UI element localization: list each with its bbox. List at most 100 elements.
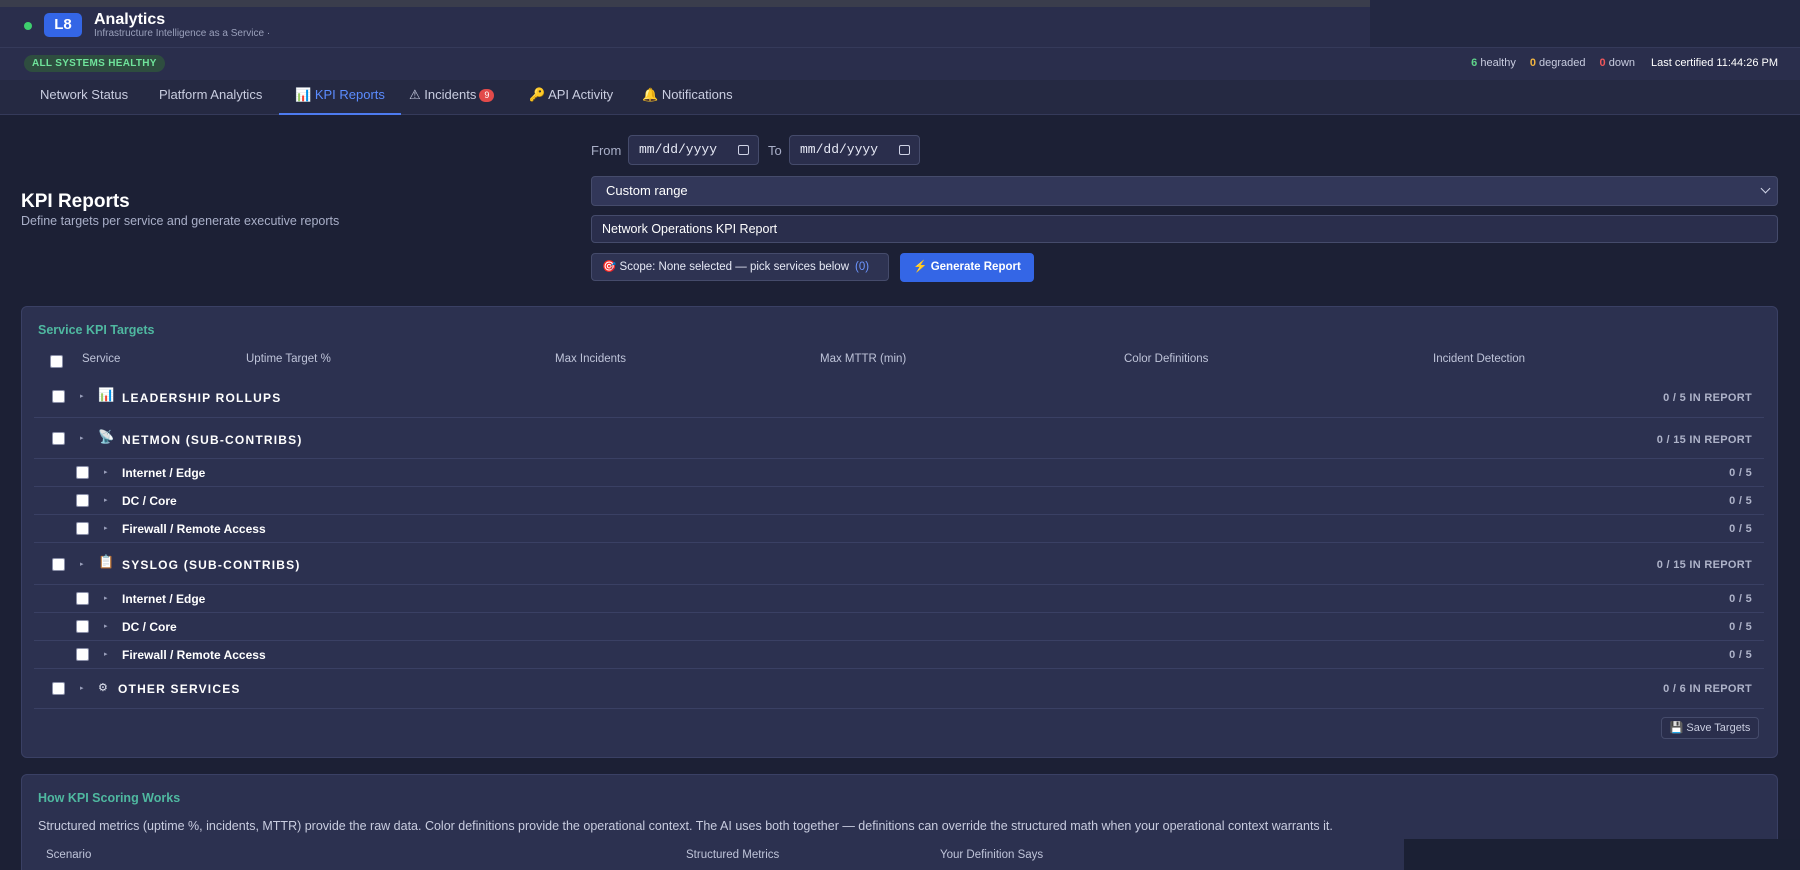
- service-checkbox[interactable]: [76, 466, 89, 479]
- group-checkbox[interactable]: [52, 682, 65, 695]
- service-checkbox[interactable]: [76, 522, 89, 535]
- scoring-description: Structured metrics (uptime %, incidents,…: [38, 819, 1333, 833]
- group-checkbox[interactable]: [52, 558, 65, 571]
- service-name: Internet / Edge: [122, 592, 206, 606]
- tab-notifications[interactable]: 🔔 Notifications: [626, 80, 749, 115]
- window-top-strip: [0, 0, 1370, 7]
- calendar-icon[interactable]: [899, 145, 910, 155]
- from-date-input[interactable]: mm/dd/yyyy: [628, 135, 759, 165]
- service-checkbox[interactable]: [76, 648, 89, 661]
- service-row[interactable]: ▸ Firewall / Remote Access 0 / 5: [34, 515, 1764, 543]
- group-name: OTHER SERVICES: [118, 682, 241, 696]
- target-icon: 🎯: [602, 261, 617, 273]
- service-group-row[interactable]: ▸ 📋 SYSLOG (SUB-CONTRIBS) 0 / 15 IN REPO…: [34, 543, 1764, 585]
- group-checkbox[interactable]: [52, 390, 65, 403]
- service-count: 0 / 5: [1729, 495, 1752, 507]
- group-name: SYSLOG (SUB-CONTRIBS): [122, 558, 301, 572]
- satellite-icon: 📡: [98, 429, 115, 444]
- service-count: 0 / 5: [1729, 523, 1752, 535]
- expand-triangle-icon[interactable]: ▸: [104, 594, 108, 602]
- service-name: Internet / Edge: [122, 466, 206, 480]
- service-group-row[interactable]: ▸ 📊 LEADERSHIP ROLLUPS 0 / 5 IN REPORT: [34, 377, 1764, 418]
- service-row[interactable]: ▸ Internet / Edge 0 / 5: [34, 459, 1764, 487]
- page-title: KPI Reports: [21, 191, 130, 212]
- service-count: 0 / 5: [1729, 621, 1752, 633]
- service-row[interactable]: ▸ Internet / Edge 0 / 5: [34, 585, 1764, 613]
- app-subtitle: Infrastructure Intelligence as a Service…: [94, 28, 271, 39]
- service-row[interactable]: ▸ DC / Core 0 / 5: [34, 487, 1764, 515]
- app-logo: L8: [44, 13, 82, 37]
- column-header-incident-detection: Incident Detection: [1433, 353, 1526, 365]
- service-count: 0 / 5: [1729, 467, 1752, 479]
- expand-triangle-icon[interactable]: ▸: [104, 524, 108, 532]
- expand-triangle-icon[interactable]: ▸: [80, 392, 84, 400]
- down-stat: 0 down: [1599, 57, 1636, 69]
- to-label: To: [768, 143, 782, 158]
- card-title: Service KPI Targets: [38, 323, 155, 337]
- app-header: L8 Analytics Infrastructure Intelligence…: [0, 7, 1370, 47]
- group-name: NETMON (SUB-CONTRIBS): [122, 433, 303, 447]
- tab-incidents[interactable]: ⚠ Incidents 9: [393, 80, 510, 115]
- save-targets-button[interactable]: 💾 Save Targets: [1661, 717, 1759, 739]
- group-name: LEADERSHIP ROLLUPS: [122, 391, 282, 405]
- expand-triangle-icon[interactable]: ▸: [80, 560, 84, 568]
- last-certified: Last certified 11:44:26 PM: [1651, 57, 1778, 69]
- card-title: How KPI Scoring Works: [38, 791, 181, 805]
- from-label: From: [591, 143, 622, 158]
- incidents-count-badge: 9: [479, 89, 495, 102]
- corner-overlay: [1404, 839, 1800, 870]
- service-kpi-targets-card: Service KPI Targets Service Uptime Targe…: [21, 306, 1778, 758]
- column-header-color-definitions: Color Definitions: [1124, 353, 1209, 365]
- status-dot-icon: [24, 22, 32, 30]
- degraded-stat: 0 degraded: [1529, 57, 1586, 69]
- column-header-service: Service: [82, 353, 121, 365]
- scope-count: (0): [855, 261, 870, 273]
- bell-icon: 🔔: [642, 87, 659, 102]
- chevron-down-icon: [1760, 183, 1771, 194]
- group-count: 0 / 5 IN REPORT: [1663, 392, 1752, 404]
- column-header-structured-metrics: Structured Metrics: [686, 849, 780, 861]
- column-header-uptime-target: Uptime Target %: [246, 353, 331, 365]
- service-count: 0 / 5: [1729, 649, 1752, 661]
- expand-triangle-icon[interactable]: ▸: [104, 468, 108, 476]
- select-all-checkbox[interactable]: [50, 355, 63, 368]
- report-name-input[interactable]: Network Operations KPI Report: [591, 215, 1778, 243]
- calendar-icon[interactable]: [738, 145, 749, 155]
- service-count: 0 / 5: [1729, 593, 1752, 605]
- tab-network-status[interactable]: Network Status: [24, 80, 144, 115]
- column-header-max-mttr: Max MTTR (min): [820, 353, 907, 365]
- generate-report-button[interactable]: ⚡ Generate Report: [900, 253, 1034, 282]
- main-tabs: Network Status Platform Analytics 📊 KPI …: [0, 80, 1800, 115]
- column-header-definition-says: Your Definition Says: [940, 849, 1044, 861]
- service-name: DC / Core: [122, 620, 177, 634]
- service-row[interactable]: ▸ DC / Core 0 / 5: [34, 613, 1764, 641]
- group-count: 0 / 6 IN REPORT: [1663, 683, 1752, 695]
- app-title: Analytics: [94, 11, 166, 28]
- service-group-row[interactable]: ▸ 📡 NETMON (SUB-CONTRIBS) 0 / 15 IN REPO…: [34, 418, 1764, 459]
- page-subtitle: Define targets per service and generate …: [21, 214, 340, 228]
- service-checkbox[interactable]: [76, 592, 89, 605]
- date-range-select[interactable]: Custom range: [591, 176, 1778, 206]
- tab-api-activity[interactable]: 🔑 API Activity: [513, 80, 629, 115]
- kpi-reports-page: KPI Reports Define targets per service a…: [0, 115, 1800, 870]
- scope-indicator: 🎯 Scope: None selected — pick services b…: [591, 253, 889, 281]
- expand-triangle-icon[interactable]: ▸: [80, 684, 84, 692]
- to-date-input[interactable]: mm/dd/yyyy: [789, 135, 920, 165]
- service-row[interactable]: ▸ Firewall / Remote Access 0 / 5: [34, 641, 1764, 669]
- systems-status-badge: ALL SYSTEMS HEALTHY: [24, 55, 165, 72]
- expand-triangle-icon[interactable]: ▸: [104, 496, 108, 504]
- tab-platform-analytics[interactable]: Platform Analytics: [143, 80, 278, 115]
- service-checkbox[interactable]: [76, 620, 89, 633]
- tab-kpi-reports[interactable]: 📊 KPI Reports: [279, 80, 401, 115]
- gear-icon: ⚙: [98, 682, 108, 694]
- service-name: DC / Core: [122, 494, 177, 508]
- expand-triangle-icon[interactable]: ▸: [80, 434, 84, 442]
- group-checkbox[interactable]: [52, 432, 65, 445]
- chart-icon: 📊: [98, 387, 115, 402]
- service-checkbox[interactable]: [76, 494, 89, 507]
- group-count: 0 / 15 IN REPORT: [1656, 434, 1752, 446]
- service-group-row[interactable]: ▸ ⚙ OTHER SERVICES 0 / 6 IN REPORT: [34, 669, 1764, 709]
- expand-triangle-icon[interactable]: ▸: [104, 650, 108, 658]
- key-icon: 🔑: [529, 87, 546, 102]
- expand-triangle-icon[interactable]: ▸: [104, 622, 108, 630]
